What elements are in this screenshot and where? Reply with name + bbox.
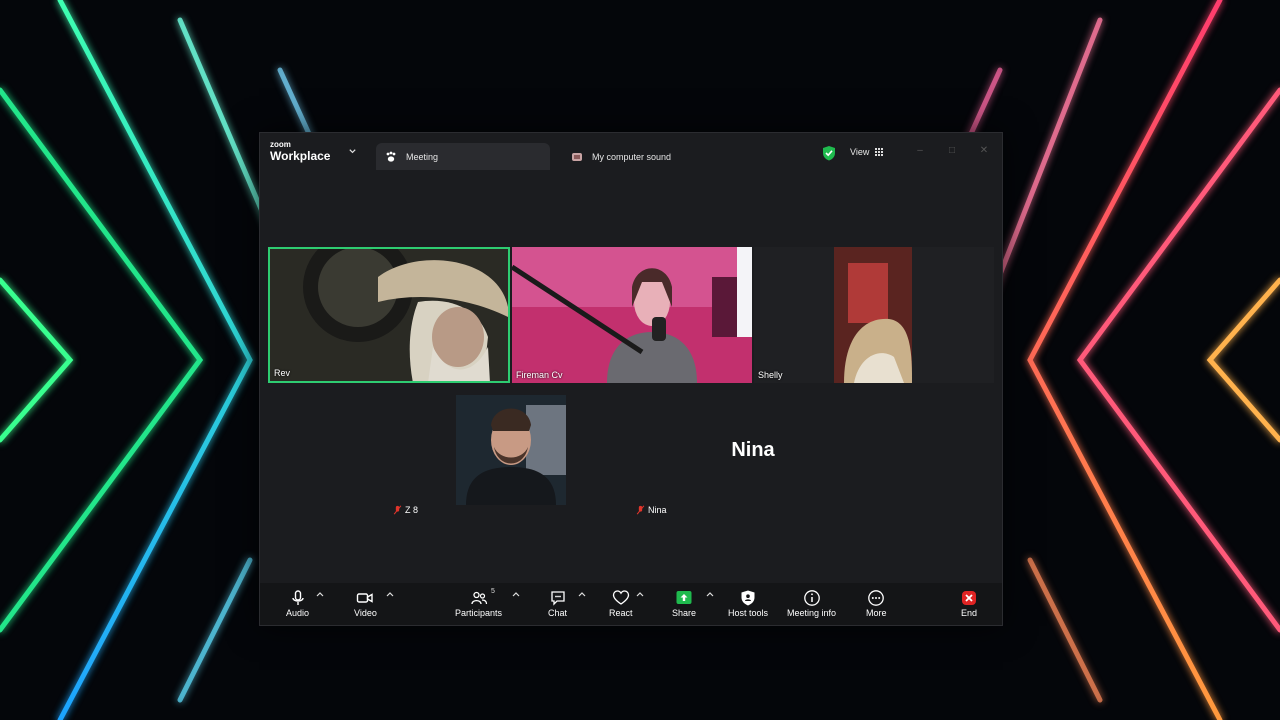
host-shield-icon — [741, 590, 755, 606]
video-tile-shelly[interactable]: Shelly — [754, 247, 994, 383]
end-meeting-button[interactable]: End — [960, 589, 978, 618]
close-icon[interactable]: ✕ — [978, 145, 990, 157]
view-label: View — [850, 147, 870, 157]
chevron-up-icon[interactable] — [386, 591, 394, 599]
tab-meeting-label: Meeting — [406, 151, 439, 162]
more-dots-icon — [868, 590, 885, 606]
z8-name: Z 8 — [405, 505, 419, 515]
participants-label: Participants — [455, 608, 503, 618]
fireman-video-feed — [512, 247, 752, 383]
nina-display-name: Nina — [731, 439, 775, 461]
end-label: End — [960, 608, 977, 618]
host-tools-label: Host tools — [728, 608, 769, 618]
video-camera-icon — [357, 593, 374, 603]
chevron-up-icon[interactable] — [578, 591, 586, 599]
chevron-down-icon[interactable] — [348, 147, 357, 156]
view-button[interactable]: View — [850, 147, 884, 157]
participant-name: Fireman Cv — [516, 370, 563, 380]
more-label: More — [866, 608, 887, 618]
info-icon — [803, 590, 820, 606]
chevron-up-icon[interactable] — [636, 591, 644, 599]
meeting-info-button[interactable]: Meeting info — [787, 589, 836, 618]
muted-mic-icon — [393, 505, 402, 515]
security-shield-icon[interactable] — [822, 145, 836, 161]
video-tile-rev[interactable]: Rev — [268, 247, 510, 383]
share-label: Share — [672, 608, 697, 618]
heart-icon — [612, 590, 629, 605]
chevron-up-icon[interactable] — [316, 591, 324, 599]
chevron-up-icon[interactable] — [512, 591, 520, 599]
end-close-icon — [962, 591, 976, 605]
z8-video-feed — [456, 395, 566, 505]
participants-paw-icon — [384, 150, 398, 164]
zoom-meeting-window: zoom Workplace Meeting My computer sound… — [259, 132, 1003, 626]
video-tile-z8[interactable] — [456, 395, 566, 505]
video-tile-fireman-cv[interactable]: Fireman Cv — [512, 247, 752, 383]
audio-label: Audio — [286, 608, 310, 618]
zoom-workplace-logo[interactable]: zoom Workplace — [270, 140, 331, 163]
brand-small: zoom — [270, 140, 291, 149]
maximize-icon[interactable]: □ — [946, 145, 958, 157]
title-bar: zoom Workplace Meeting My computer sound… — [260, 133, 1002, 171]
tab-sound-label: My computer sound — [592, 151, 672, 162]
meeting-toolbar: Audio Video Participants 5 Chat React Sh… — [260, 583, 1002, 625]
more-button[interactable]: More — [866, 589, 887, 618]
participants-count: 5 — [491, 588, 495, 595]
react-label: React — [609, 608, 633, 618]
audio-button[interactable]: Audio — [286, 589, 309, 618]
minimize-icon[interactable]: – — [914, 145, 926, 157]
chat-label: Chat — [548, 608, 568, 618]
nina-name-label: Nina — [636, 505, 667, 515]
chevron-up-icon[interactable] — [706, 591, 714, 599]
participant-name: Rev — [274, 368, 291, 378]
meeting-info-label: Meeting info — [787, 608, 837, 618]
video-button[interactable]: Video — [354, 589, 377, 618]
rev-video-feed — [270, 249, 508, 381]
chat-button[interactable]: Chat — [548, 589, 567, 618]
microphone-icon — [291, 590, 304, 605]
participants-icon — [470, 591, 487, 605]
participant-name: Shelly — [758, 370, 783, 380]
shelly-video-feed — [834, 247, 912, 383]
host-tools-button[interactable]: Host tools — [728, 589, 768, 618]
tab-meeting[interactable]: Meeting — [376, 143, 550, 170]
chat-icon — [550, 591, 565, 606]
video-label: Video — [354, 608, 377, 618]
share-button[interactable]: Share — [672, 589, 696, 618]
nina-name: Nina — [648, 505, 667, 515]
tab-my-computer-sound[interactable]: My computer sound — [562, 143, 742, 170]
brand-big: Workplace — [270, 149, 331, 163]
muted-mic-icon — [636, 505, 645, 515]
share-screen-icon — [676, 591, 692, 604]
grid-icon — [875, 147, 884, 157]
screen-share-icon — [570, 150, 584, 164]
z8-name-label: Z 8 — [393, 505, 418, 515]
react-button[interactable]: React — [609, 589, 633, 618]
